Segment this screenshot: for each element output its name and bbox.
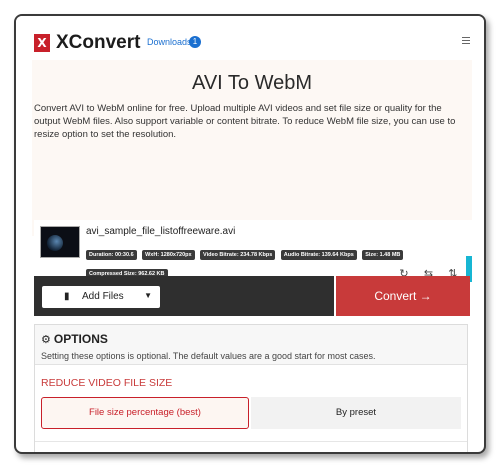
size-chip: Size: 1.48 MB (362, 250, 404, 260)
action-bar: ▮ Add Files ▼ Convert → (34, 276, 484, 316)
caret-down-icon[interactable]: ▼ (144, 291, 152, 300)
downloads-link[interactable]: Downloads (147, 37, 192, 47)
options-panel: ⚙ OPTIONS Setting these options is option… (34, 324, 468, 452)
options-description: Setting these options is optional. The d… (41, 351, 376, 361)
options-title: OPTIONS (53, 332, 108, 346)
add-files-label: Add Files (82, 291, 124, 302)
hamburger-menu-icon[interactable] (462, 37, 470, 45)
file-item: avi_sample_file_listoffreeware.avi Durat… (34, 220, 472, 298)
divider (35, 441, 467, 442)
options-header: ⚙ OPTIONS Setting these options is option… (35, 325, 467, 365)
brand-name[interactable]: XConvert (56, 32, 140, 54)
convert-button[interactable]: Convert → (336, 276, 470, 316)
add-files-button[interactable]: ▮ Add Files ▼ (42, 286, 160, 308)
duration-chip: Duration: 00:30.6 (86, 250, 137, 260)
reduce-size-label: REDUCE VIDEO FILE SIZE (41, 377, 173, 389)
audio-bitrate-chip: Audio Bitrate: 139.64 Kbps (280, 250, 357, 260)
downloads-count-badge[interactable]: 1 (189, 36, 201, 48)
gear-icon: ⚙ (41, 333, 51, 346)
file-name: avi_sample_file_listoffreeware.avi (86, 226, 236, 237)
file-icon: ▮ (64, 291, 70, 302)
hero-section: AVI To WebM Convert AVI to WebM online f… (32, 60, 472, 236)
xconvert-logo-icon[interactable]: X (34, 34, 50, 52)
file-size-percentage-option[interactable]: File size percentage (best) (41, 397, 249, 429)
page-title: AVI To WebM (191, 72, 313, 94)
page-description: Convert AVI to WebM online for free. Upl… (34, 103, 456, 140)
resolution-chip: WxH: 1280x720px (142, 250, 195, 260)
app-window: X XConvert Downloads 1 AVI To WebM Conve… (14, 14, 486, 454)
reduce-mode-selector: File size percentage (best) By preset (41, 397, 461, 429)
by-preset-option[interactable]: By preset (251, 397, 461, 429)
video-thumbnail (40, 226, 80, 258)
video-bitrate-chip: Video Bitrate: 234.78 Kbps (200, 250, 276, 260)
add-files-area: ▮ Add Files ▼ (34, 276, 334, 316)
top-header: X XConvert Downloads 1 (16, 16, 484, 56)
